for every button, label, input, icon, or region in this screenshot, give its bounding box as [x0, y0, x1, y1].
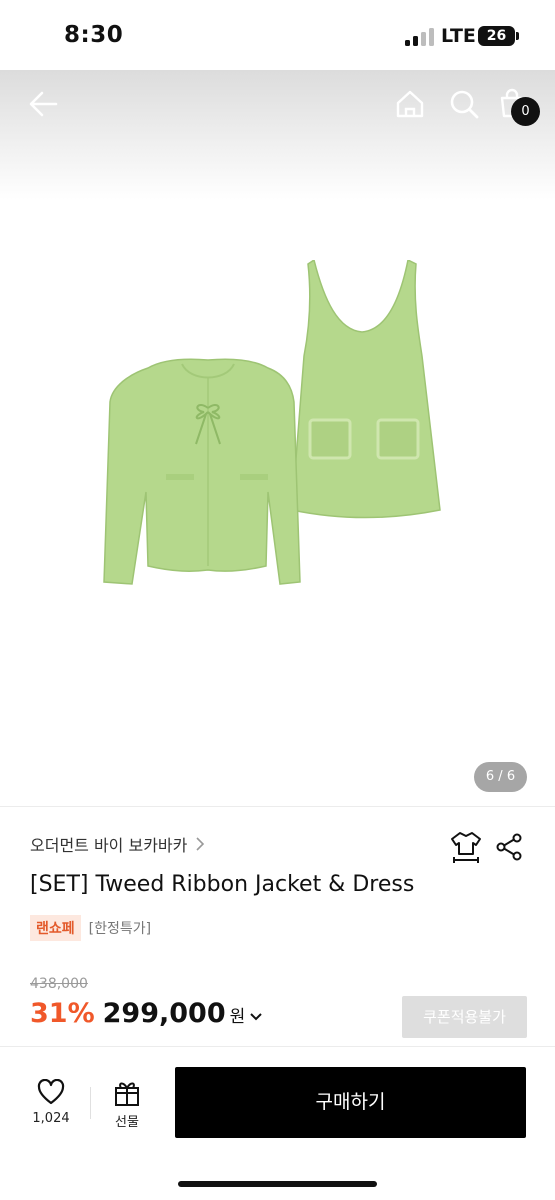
gift-button[interactable]: 선물: [104, 1079, 150, 1139]
heart-icon: [37, 1079, 65, 1105]
gift-label: 선물: [115, 1115, 139, 1130]
price-row[interactable]: 31% 299,000 원: [30, 998, 263, 1029]
divider: [0, 806, 555, 807]
share-icon[interactable]: [494, 832, 524, 862]
product-image: [103, 260, 441, 585]
cart-count-badge: 0: [511, 97, 540, 126]
coupon-button[interactable]: 쿠폰적용불가: [402, 996, 527, 1038]
product-title: [SET] Tweed Ribbon Jacket & Dress: [30, 872, 415, 897]
limited-deal-tag: [한정특가]: [88, 921, 152, 937]
battery-tip: [516, 32, 519, 40]
divider: [90, 1087, 91, 1119]
brand-link[interactable]: 오더먼트 바이 보카바카: [30, 832, 205, 856]
back-arrow-icon[interactable]: [22, 82, 66, 126]
image-page-indicator: 6 / 6: [474, 762, 527, 792]
discount-rate: 31%: [30, 998, 95, 1029]
like-count: 1,024: [32, 1111, 70, 1126]
size-fit-icon[interactable]: [450, 830, 482, 864]
status-bar: 8:30 LTE 26: [0, 0, 555, 70]
product-tags: 랜쇼페 [한정특가]: [30, 915, 151, 941]
brand-name: 오더먼트 바이 보카바카: [30, 836, 188, 855]
shop-tag: 랜쇼페: [30, 915, 81, 941]
original-price: 438,000: [30, 976, 88, 992]
signal-icon: [405, 28, 435, 46]
gift-icon: [115, 1082, 139, 1106]
bottom-action-bar: 1,024 선물 구매하기: [0, 1046, 555, 1200]
sale-price: 299,000: [102, 998, 226, 1029]
dress-illustration: [291, 260, 441, 519]
home-icon[interactable]: [388, 82, 432, 126]
battery-icon: 26: [478, 26, 515, 46]
home-indicator: [178, 1181, 377, 1187]
jacket-illustration: [103, 358, 301, 585]
currency-unit: 원: [229, 1007, 246, 1027]
network-type: LTE: [441, 25, 476, 47]
like-button[interactable]: 1,024: [26, 1079, 76, 1139]
buy-button[interactable]: 구매하기: [175, 1067, 526, 1138]
product-image-gallery[interactable]: 0 6 / 6: [0, 70, 555, 806]
chevron-right-icon: [196, 837, 205, 851]
chevron-down-icon[interactable]: [249, 1012, 263, 1022]
search-icon[interactable]: [442, 82, 486, 126]
status-time: 8:30: [64, 22, 124, 48]
